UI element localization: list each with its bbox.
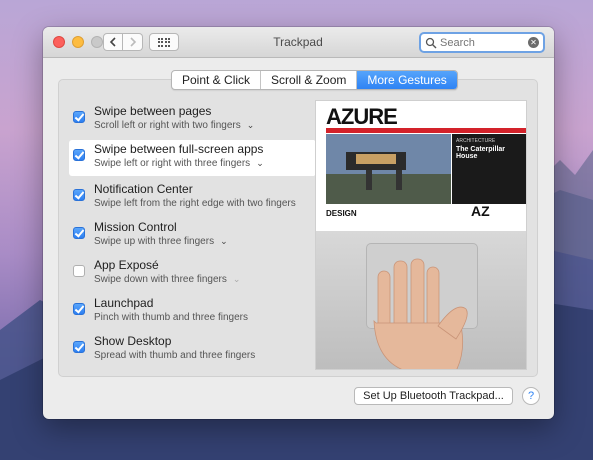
- gesture-subtitle: Swipe left or right with three fingers ⌄: [94, 158, 264, 169]
- zoom-window-button[interactable]: [91, 36, 103, 48]
- gesture-subtitle: Swipe left from the right edge with two …: [94, 198, 296, 209]
- gesture-subtitle: Swipe down with three fingers ⌄: [94, 274, 240, 285]
- back-button[interactable]: [103, 33, 123, 51]
- gesture-subtitle-text: Swipe left or right with three fingers: [94, 158, 251, 169]
- window-title: Trackpad: [273, 35, 323, 49]
- tab-bar: Point & Click Scroll & Zoom More Gesture…: [171, 70, 458, 90]
- gesture-title: Swipe between full-screen apps: [94, 142, 264, 156]
- clear-search-icon[interactable]: ✕: [528, 37, 539, 48]
- gesture-subtitle-text: Swipe left from the right edge with two …: [94, 198, 296, 209]
- chevron-down-icon[interactable]: ⌄: [256, 158, 264, 169]
- grid-icon: [157, 37, 171, 47]
- preview-badge: AZ: [471, 203, 490, 219]
- chevron-down-icon[interactable]: ⌄: [233, 274, 241, 285]
- gesture-checkbox[interactable]: [73, 227, 85, 239]
- title-bar: Trackpad ✕: [43, 27, 554, 58]
- gesture-preview: AZURE ARCHITECTURE The Caterpillar House…: [315, 100, 527, 370]
- forward-button[interactable]: [123, 33, 143, 51]
- preview-logo: AZURE: [326, 104, 398, 129]
- gesture-title: Launchpad: [94, 296, 154, 310]
- close-window-button[interactable]: [53, 36, 65, 48]
- show-all-button[interactable]: [149, 33, 179, 51]
- search-input[interactable]: [440, 36, 526, 49]
- preview-nav-bar: [326, 128, 526, 133]
- gesture-subtitle-text: Scroll left or right with two fingers: [94, 120, 241, 131]
- gesture-title: Show Desktop: [94, 334, 172, 348]
- chevron-left-icon: [109, 37, 116, 47]
- preview-headline: The Caterpillar House: [456, 146, 506, 160]
- gesture-title: Notification Center: [94, 182, 193, 196]
- gesture-title: App Exposé: [94, 258, 159, 272]
- tab-more-gestures[interactable]: More Gestures: [357, 71, 457, 89]
- chevron-down-icon[interactable]: ⌄: [247, 120, 255, 131]
- gesture-subtitle: Swipe up with three fingers ⌄: [94, 236, 228, 247]
- gesture-row[interactable]: Swipe between full-screen apps Swipe left…: [69, 140, 331, 176]
- gesture-row[interactable]: Swipe between pages Scroll left or right …: [69, 102, 314, 138]
- gesture-row[interactable]: Launchpad Pinch with thumb and three fing…: [69, 294, 314, 330]
- gesture-checkbox[interactable]: [73, 189, 85, 201]
- gesture-subtitle-text: Pinch with thumb and three fingers: [94, 312, 248, 323]
- preview-hero-image: [326, 134, 451, 204]
- minimize-window-button[interactable]: [72, 36, 84, 48]
- search-field[interactable]: ✕: [419, 32, 545, 53]
- gesture-subtitle: Pinch with thumb and three fingers: [94, 312, 248, 323]
- gesture-checkbox[interactable]: [73, 111, 85, 123]
- preview-section-label: DESIGN: [326, 209, 357, 218]
- gesture-checkbox[interactable]: [73, 149, 85, 161]
- hand-illustration: [373, 258, 468, 369]
- gesture-subtitle-text: Swipe down with three fingers: [94, 274, 227, 285]
- gestures-pane: Swipe between pages Scroll left or right …: [58, 79, 538, 377]
- gesture-checkbox[interactable]: [73, 341, 85, 353]
- preview-trackpad-demo: [316, 231, 526, 369]
- tab-scroll-and-zoom[interactable]: Scroll & Zoom: [261, 71, 358, 89]
- preview-hero-caption: ARCHITECTURE The Caterpillar House: [452, 134, 526, 204]
- chevron-down-icon[interactable]: ⌄: [220, 236, 228, 247]
- gesture-subtitle-text: Spread with thumb and three fingers: [94, 350, 256, 361]
- setup-bluetooth-trackpad-button[interactable]: Set Up Bluetooth Trackpad...: [354, 387, 513, 405]
- gesture-row[interactable]: Mission Control Swipe up with three finge…: [69, 218, 314, 254]
- chevron-right-icon: [129, 37, 136, 47]
- gesture-row[interactable]: Show Desktop Spread with thumb and three …: [69, 332, 314, 368]
- gesture-row[interactable]: App Exposé Swipe down with three fingers ⌄: [69, 256, 314, 292]
- search-icon: [425, 37, 437, 48]
- gesture-checkbox[interactable]: [73, 265, 85, 277]
- gesture-subtitle: Scroll left or right with two fingers ⌄: [94, 120, 254, 131]
- tab-point-and-click[interactable]: Point & Click: [172, 71, 262, 89]
- gesture-title: Mission Control: [94, 220, 177, 234]
- gesture-subtitle: Spread with thumb and three fingers: [94, 350, 255, 361]
- trackpad-preferences-window: Trackpad ✕ Swipe between pages Scroll lef…: [43, 27, 554, 419]
- help-button[interactable]: ?: [522, 387, 540, 405]
- gesture-checkbox[interactable]: [73, 303, 85, 315]
- gesture-title: Swipe between pages: [94, 104, 212, 118]
- gesture-row[interactable]: Notification Center Swipe left from the r…: [69, 180, 314, 216]
- gesture-subtitle-text: Swipe up with three fingers: [94, 236, 215, 247]
